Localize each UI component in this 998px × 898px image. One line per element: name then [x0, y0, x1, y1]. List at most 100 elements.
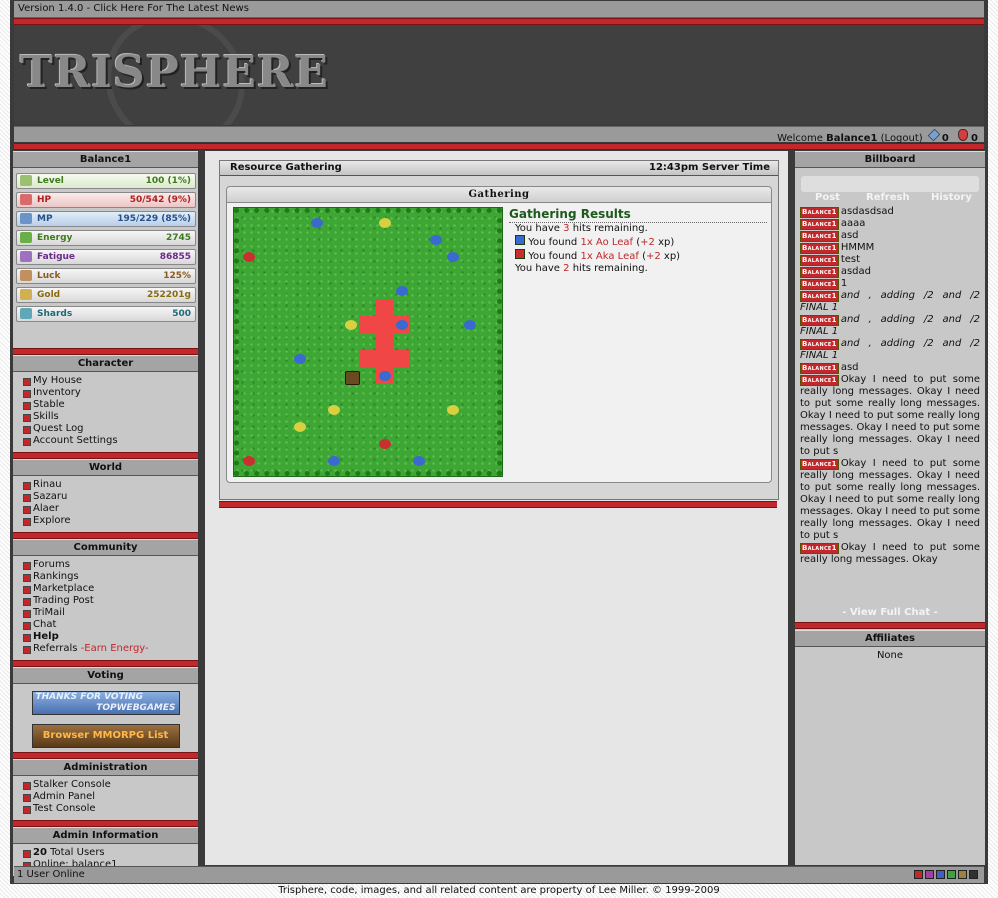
user-tag[interactable]: Balance1 [800, 279, 839, 290]
chat-message: Balance1 Okay I need to put some really l… [800, 374, 980, 457]
blue-herb-icon[interactable] [396, 320, 408, 330]
blue-herb-icon[interactable] [294, 354, 306, 364]
leaf-icon [515, 249, 525, 259]
billboard-header: Billboard [795, 151, 985, 168]
chat-message: Balance1 asdasdsad [800, 206, 894, 218]
user-tag[interactable]: Balance1 [800, 375, 839, 386]
user-tag[interactable]: Balance1 [800, 219, 839, 230]
user-tag[interactable]: Balance1 [800, 315, 839, 326]
nav-admin-panel[interactable]: Admin Panel [23, 791, 198, 803]
trisphere-logo[interactable]: TRISPHERE [20, 47, 329, 98]
divider [13, 752, 198, 759]
crystal-icon [927, 128, 941, 142]
user-tag[interactable]: Balance1 [800, 255, 839, 266]
nav-marketplace[interactable]: Marketplace [23, 583, 198, 595]
highlight-cell[interactable] [376, 316, 393, 333]
vote-topwebgames-banner[interactable]: THANKS FOR VOTING TOPWEBGAMES [31, 691, 180, 715]
stat-shards: Shards 500 [16, 306, 196, 322]
blue-herb-icon[interactable] [430, 235, 442, 245]
refresh-tab[interactable]: Refresh [866, 192, 910, 203]
nav-test-console[interactable]: Test Console [23, 803, 198, 815]
world-header: World [13, 459, 198, 476]
nav-stalker-console[interactable]: Stalker Console [23, 779, 198, 791]
blue-herb-icon[interactable] [328, 456, 340, 466]
theme-green-swatch[interactable] [947, 870, 956, 879]
post-tab[interactable]: Post [815, 192, 840, 203]
luck-icon [20, 270, 32, 281]
blue-herb-icon[interactable] [311, 218, 323, 228]
yellow-herb-icon[interactable] [379, 218, 391, 228]
nav-rankings[interactable]: Rankings [23, 571, 198, 583]
user-tag[interactable]: Balance1 [800, 231, 839, 242]
highlight-cell[interactable] [376, 299, 393, 316]
blue-herb-icon[interactable] [447, 252, 459, 262]
blue-herb-icon[interactable] [413, 456, 425, 466]
theme-purple-swatch[interactable] [925, 870, 934, 879]
theme-black-swatch[interactable] [969, 870, 978, 879]
gathering-grid[interactable] [233, 207, 503, 477]
gathering-results: Gathering Results You have 3 hits remain… [509, 207, 767, 275]
nav-skills[interactable]: Skills [23, 411, 198, 423]
hits-remaining-line: You have 2 hits remaining. [515, 263, 648, 274]
divider [13, 452, 198, 459]
highlight-cell[interactable] [376, 350, 393, 367]
theme-red-swatch[interactable] [914, 870, 923, 879]
nav-my-house[interactable]: My House [23, 375, 198, 387]
billboard-panel: Post Refresh History Balance1 asdasdsad B… [795, 168, 985, 622]
version-news-link[interactable]: Version 1.4.0 - Click Here For The Lates… [18, 3, 249, 14]
world-menu: Rinau Sazaru Alaer Explore [13, 476, 198, 532]
nav-quest-log[interactable]: Quest Log [23, 423, 198, 435]
red-herb-icon[interactable] [379, 439, 391, 449]
highlight-cell[interactable] [376, 333, 393, 350]
users-online: 1 User Online [17, 869, 85, 880]
treasure-chest-icon[interactable] [345, 371, 360, 385]
user-tag[interactable]: Balance1 [800, 207, 839, 218]
user-tag[interactable]: Balance1 [800, 459, 839, 470]
resource-gathering-header: Resource Gathering 12:43pm Server Time [220, 161, 778, 176]
nav-stable[interactable]: Stable [23, 399, 198, 411]
history-tab[interactable]: History [931, 192, 972, 203]
chat-input-area[interactable] [801, 176, 979, 192]
blue-herb-icon[interactable] [379, 371, 391, 381]
user-tag[interactable]: Balance1 [800, 543, 839, 554]
theme-brown-swatch[interactable] [958, 870, 967, 879]
user-tag[interactable]: Balance1 [800, 363, 839, 374]
user-tag[interactable]: Balance1 [800, 339, 839, 350]
chat-message: Balance1 1 [800, 278, 848, 290]
highlight-cell[interactable] [359, 316, 376, 333]
nav-forums[interactable]: Forums [23, 559, 198, 571]
nav-account-settings[interactable]: Account Settings [23, 435, 198, 447]
energy-icon [20, 232, 32, 243]
red-herb-icon[interactable] [243, 456, 255, 466]
nav-rinau[interactable]: Rinau [23, 479, 198, 491]
yellow-herb-icon[interactable] [294, 422, 306, 432]
yellow-herb-icon[interactable] [447, 405, 459, 415]
news-bar[interactable]: Version 1.4.0 - Click Here For The Lates… [14, 1, 984, 18]
nav-trimail[interactable]: TriMail [23, 607, 198, 619]
administration-menu: Stalker Console Admin Panel Test Console [13, 776, 198, 820]
nav-chat[interactable]: Chat [23, 619, 198, 631]
yellow-herb-icon[interactable] [328, 405, 340, 415]
nav-help[interactable]: Help [23, 631, 198, 643]
chat-message: Balance1 and , adding /2 and /2 FINAL 1 [800, 338, 980, 361]
nav-explore[interactable]: Explore [23, 515, 198, 527]
nav-trading-post[interactable]: Trading Post [23, 595, 198, 607]
user-tag[interactable]: Balance1 [800, 291, 839, 302]
highlight-cell[interactable] [393, 350, 410, 367]
nav-inventory[interactable]: Inventory [23, 387, 198, 399]
view-full-chat-link[interactable]: - View Full Chat - [795, 606, 985, 620]
vote-mmorpg-list-banner[interactable]: Browser MMORPG List [31, 724, 180, 748]
user-tag[interactable]: Balance1 [800, 267, 839, 278]
referrals-note: -Earn Energy- [80, 643, 149, 654]
blue-herb-icon[interactable] [464, 320, 476, 330]
nav-alaer[interactable]: Alaer [23, 503, 198, 515]
user-tag[interactable]: Balance1 [800, 243, 839, 254]
highlight-cell[interactable] [359, 350, 376, 367]
red-herb-icon[interactable] [243, 252, 255, 262]
theme-blue-swatch[interactable] [936, 870, 945, 879]
nav-sazaru[interactable]: Sazaru [23, 491, 198, 503]
nav-referrals[interactable]: Referrals -Earn Energy- [23, 643, 198, 655]
yellow-herb-icon[interactable] [345, 320, 357, 330]
blue-herb-icon[interactable] [396, 286, 408, 296]
fatigue-icon [20, 251, 32, 262]
